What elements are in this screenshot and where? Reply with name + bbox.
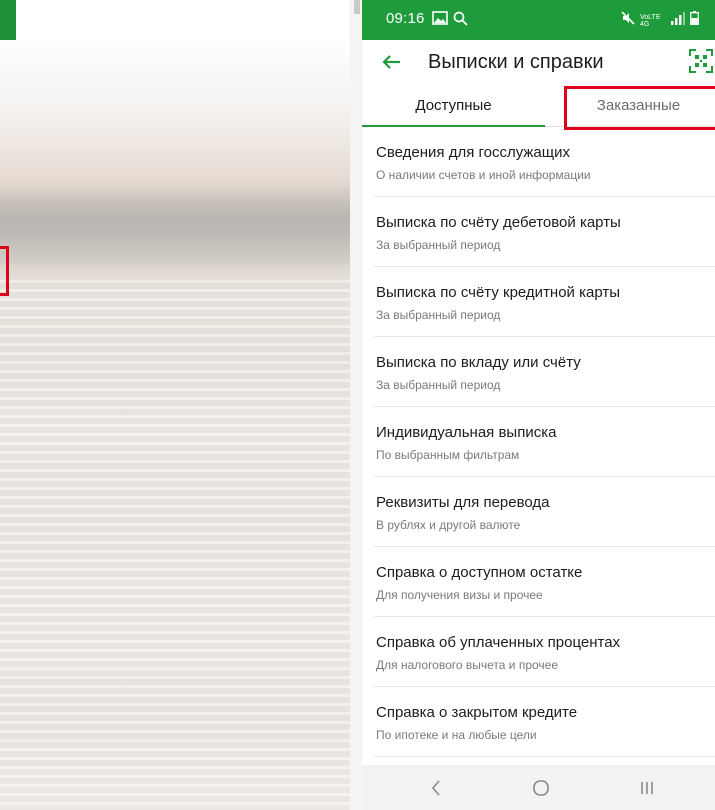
list-item[interactable]: Реквизиты для перевода В рублях и другой… <box>374 477 715 547</box>
page-title: Выписки и справки <box>428 51 604 73</box>
list-item[interactable]: Индивидуальная выписка По выбранным филь… <box>374 407 715 477</box>
item-title: Реквизиты для перевода <box>376 494 550 511</box>
app-bar: Выписки и справки <box>362 40 715 86</box>
list-item[interactable]: Справка о закрытом кредите По ипотеке и … <box>374 687 715 757</box>
battery-icon <box>690 11 699 30</box>
item-subtitle: В рублях и другой валюте <box>376 518 521 532</box>
left-status-bar-fragment <box>0 0 16 40</box>
item-title: Выписка по вкладу или счёту <box>376 354 581 371</box>
item-subtitle: По выбранным фильтрам <box>376 448 520 462</box>
background-photo-panel <box>0 0 362 810</box>
recents-icon[interactable] <box>634 775 660 801</box>
document-list: Сведения для госслужащих О наличии счето… <box>362 127 715 757</box>
left-highlight-marker <box>0 246 9 296</box>
item-title: Выписка по счёту кредитной карты <box>376 284 621 301</box>
status-time: 09:16 <box>386 10 425 27</box>
item-subtitle: Для налогового вычета и прочее <box>376 658 559 672</box>
system-nav-bar <box>362 765 715 810</box>
item-subtitle: За выбранный период <box>376 238 501 252</box>
list-item[interactable]: Справка о доступном остатке Для получени… <box>374 547 715 617</box>
status-bar: 09:16 VoLTE 4G <box>362 0 715 40</box>
signal-icon <box>671 11 685 30</box>
item-title: Справка о доступном остатке <box>376 564 583 581</box>
left-top-overlay <box>16 0 350 40</box>
item-title: Индивидуальная выписка <box>376 424 557 441</box>
divider-notch <box>354 0 360 14</box>
item-title: Выписка по счёту дебетовой карты <box>376 214 621 231</box>
list-item[interactable]: Выписка по счёту дебетовой карты За выбр… <box>374 197 715 267</box>
item-subtitle: Для получения визы и прочее <box>376 588 543 602</box>
status-indicators: VoLTE 4G <box>621 11 699 30</box>
list-item[interactable]: Сведения для госслужащих О наличии счето… <box>374 127 715 197</box>
item-subtitle: За выбранный период <box>376 308 501 322</box>
volte-icon: VoLTE 4G <box>640 13 661 28</box>
image-icon <box>432 11 448 30</box>
shoreline-area <box>0 185 362 265</box>
mute-icon <box>621 11 635 30</box>
item-title: Справка о закрытом кредите <box>376 704 578 721</box>
arrow-left-icon[interactable] <box>378 48 406 76</box>
item-title: Сведения для госслужащих <box>376 144 570 161</box>
tab-available-label: Доступные <box>415 97 492 114</box>
list-item[interactable]: Выписка по вкладу или счёту За выбранный… <box>374 337 715 407</box>
item-subtitle: О наличии счетов и иной информации <box>376 168 591 182</box>
search-icon <box>453 11 468 31</box>
item-title: Справка об уплаченных процентах <box>376 634 621 651</box>
list-item[interactable]: Справка об уплаченных процентах Для нало… <box>374 617 715 687</box>
item-subtitle: По ипотеке и на любые цели <box>376 728 537 742</box>
tab-ordered-highlight-box <box>564 86 715 130</box>
qr-scan-icon[interactable] <box>687 47 715 75</box>
home-circle-icon[interactable] <box>528 775 554 801</box>
water-area <box>0 280 362 810</box>
chevron-left-icon[interactable] <box>424 775 450 801</box>
item-subtitle: За выбранный период <box>376 378 501 392</box>
list-item[interactable]: Выписка по счёту кредитной карты За выбр… <box>374 267 715 337</box>
panel-divider <box>350 0 362 810</box>
phone-screen: 09:16 VoLTE 4G Выписки и справки Доступн… <box>362 0 715 810</box>
tab-available[interactable]: Доступные <box>362 86 545 127</box>
